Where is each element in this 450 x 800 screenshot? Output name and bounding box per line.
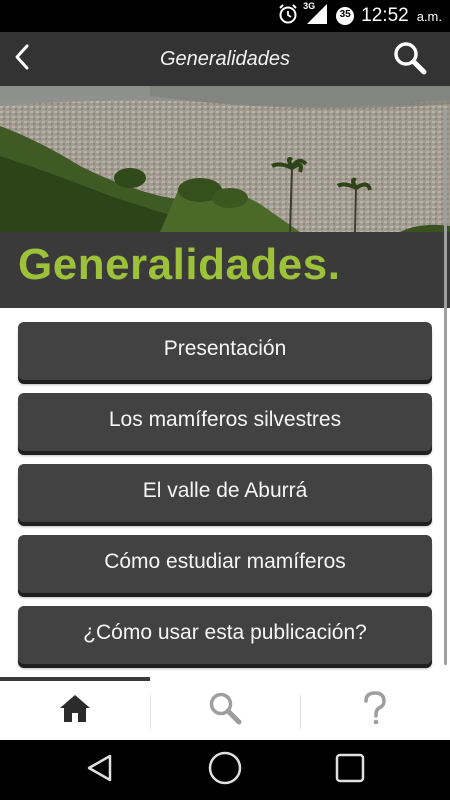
page-title: Generalidades [159,48,291,70]
notification-count: 35 [339,9,351,20]
como-estudiar-mamiferos-button[interactable]: Cómo estudiar mamíferos [18,535,432,593]
question-icon [363,691,387,730]
nav-search[interactable] [150,681,300,740]
notification-badge-icon: 35 [335,6,355,26]
nav-home[interactable] [0,681,150,740]
status-bar: 3G 35 12:52 a.m. [0,0,450,32]
scrollbar-thumb[interactable] [444,110,447,665]
signal-icon: 3G [303,0,329,30]
hero-image [0,86,450,232]
section-title-band: Generalidades. [0,232,450,308]
system-home-button[interactable] [195,748,255,792]
bottom-navigation [0,677,450,740]
section-title: Generalidades. [18,240,341,289]
status-ampm: a.m. [416,8,442,24]
mamiferos-silvestres-button[interactable]: Los mamíferos silvestres [18,393,432,451]
presentacion-button[interactable]: Presentación [18,322,432,380]
system-navigation-bar [0,740,450,800]
back-button[interactable] [4,40,40,78]
chevron-left-icon [12,43,32,76]
home-icon [59,693,91,728]
back-triangle-icon [85,753,115,788]
nav-help[interactable] [300,681,450,740]
search-icon [392,40,428,81]
recents-square-icon [334,752,366,789]
system-recents-button[interactable] [320,748,380,792]
alarm-icon [277,3,299,30]
network-type-label: 3G [303,0,316,11]
menu-list: Presentación Los mamíferos silvestres El… [18,322,432,677]
status-time: 12:52 [361,5,409,26]
search-icon [208,691,242,730]
system-back-button[interactable] [70,748,130,792]
search-button[interactable] [390,40,430,80]
home-circle-icon [207,750,243,791]
como-usar-publicacion-button[interactable]: ¿Cómo usar esta publicación? [18,606,432,664]
app-bar: Generalidades [0,32,450,86]
valle-de-aburra-button[interactable]: El valle de Aburrá [18,464,432,522]
scrollbar[interactable] [444,110,447,665]
